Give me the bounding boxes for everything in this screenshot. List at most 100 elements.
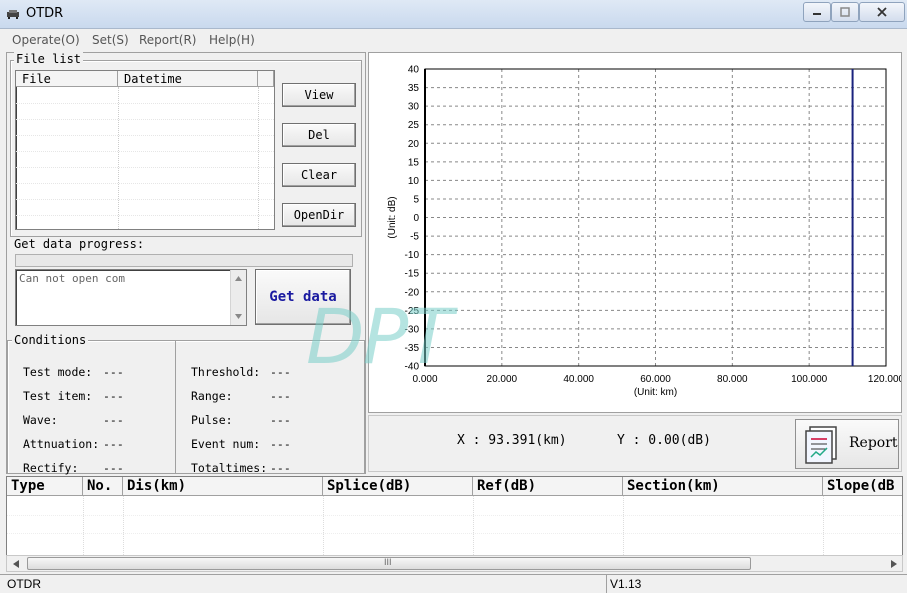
- column-divider: [118, 87, 119, 229]
- y-tick-label: 30: [408, 102, 420, 113]
- column-header-type[interactable]: Type: [7, 477, 83, 495]
- report-icon: [805, 426, 837, 464]
- column-header-no[interactable]: No.: [83, 477, 123, 495]
- events-table[interactable]: Type No. Dis(km) Splice(dB) Ref(dB) Sect…: [6, 476, 903, 556]
- clear-button[interactable]: Clear: [282, 163, 356, 187]
- menu-bar: Operate(O) Set(S) Report(R) Help(H): [0, 30, 907, 50]
- test-mode-value: ---: [103, 365, 124, 379]
- totaltimes-label: Totaltimes:: [191, 461, 268, 475]
- app-icon: [7, 10, 19, 19]
- column-divider: [473, 496, 474, 555]
- column-header-dis[interactable]: Dis(km): [123, 477, 323, 495]
- row-divider: [7, 533, 902, 534]
- del-button[interactable]: Del: [282, 123, 356, 147]
- y-tick-label: 5: [413, 194, 419, 205]
- menu-set[interactable]: Set(S): [92, 33, 129, 47]
- test-mode-label: Test mode:: [23, 365, 93, 379]
- report-label: Report: [849, 435, 898, 451]
- y-tick-label: 0: [413, 213, 419, 224]
- column-header-ref[interactable]: Ref(dB): [473, 477, 623, 495]
- scroll-right-icon[interactable]: [891, 560, 897, 568]
- test-item-label: Test item:: [23, 389, 93, 403]
- window-title: OTDR: [26, 6, 64, 21]
- row-divider: [16, 167, 274, 168]
- menu-report[interactable]: Report(R): [139, 33, 196, 47]
- y-axis-label: (Unit: dB): [387, 196, 398, 238]
- range-value: ---: [270, 389, 291, 403]
- row-divider: [16, 151, 274, 152]
- version-text: V1.13: [610, 577, 642, 591]
- conditions-title: Conditions: [12, 333, 89, 347]
- x-tick-label: 100.000: [791, 374, 828, 385]
- close-icon: [877, 7, 887, 17]
- row-divider: [16, 215, 274, 216]
- x-tick-label: 120.000: [868, 374, 901, 385]
- minimize-icon: [813, 13, 821, 15]
- status-log[interactable]: Can not open com: [15, 269, 247, 326]
- attnuation-value: ---: [103, 437, 124, 451]
- scroll-down-icon[interactable]: [235, 314, 242, 319]
- column-header-filler: [258, 71, 274, 87]
- otdr-window: OTDR Operate(O) Set(S) Report(R) Help(H)…: [0, 0, 907, 593]
- status-bar: OTDR V1.13: [0, 574, 907, 593]
- menu-operate[interactable]: Operate(O): [12, 33, 80, 47]
- report-button[interactable]: Report: [795, 419, 899, 469]
- totaltimes-value: ---: [270, 461, 291, 475]
- y-tick-label: -10: [405, 250, 420, 261]
- minimize-button[interactable]: [803, 2, 831, 22]
- dpt-watermark: DPT: [306, 292, 453, 381]
- maximize-button[interactable]: [831, 2, 859, 22]
- rectify-value: ---: [103, 461, 124, 475]
- title-bar: OTDR: [0, 0, 907, 29]
- table-header-divider: [7, 495, 902, 496]
- column-header-splice[interactable]: Splice(dB): [323, 477, 473, 495]
- horizontal-scrollbar[interactable]: III: [6, 555, 903, 572]
- wave-value: ---: [103, 413, 124, 427]
- x-tick-label: 40.000: [563, 374, 594, 385]
- x-tick-label: 20.000: [487, 374, 518, 385]
- menu-help[interactable]: Help(H): [209, 33, 255, 47]
- log-text: Can not open com: [19, 272, 125, 285]
- progress-label: Get data progress:: [14, 237, 145, 251]
- event-num-label: Event num:: [191, 437, 261, 451]
- test-item-value: ---: [103, 389, 124, 403]
- log-scrollbar[interactable]: [230, 270, 246, 325]
- pulse-label: Pulse:: [191, 413, 233, 427]
- scroll-left-icon[interactable]: [13, 560, 19, 568]
- column-divider: [123, 496, 124, 555]
- x-tick-label: 80.000: [717, 374, 748, 385]
- view-button[interactable]: View: [282, 83, 356, 107]
- wave-label: Wave:: [23, 413, 58, 427]
- column-header-section[interactable]: Section(km): [623, 477, 823, 495]
- column-divider: [258, 87, 259, 229]
- row-divider: [16, 183, 274, 184]
- status-text: OTDR: [7, 577, 41, 591]
- y-tick-label: -15: [405, 269, 420, 280]
- column-header-file[interactable]: File: [16, 71, 118, 87]
- row-divider: [16, 135, 274, 136]
- column-header-slope[interactable]: Slope(dB: [823, 477, 902, 495]
- threshold-value: ---: [270, 365, 291, 379]
- scroll-thumb[interactable]: III: [27, 557, 751, 570]
- range-label: Range:: [191, 389, 233, 403]
- maximize-icon: [840, 7, 850, 17]
- column-divider: [83, 496, 84, 555]
- attnuation-label: Attnuation:: [23, 437, 100, 451]
- scroll-up-icon[interactable]: [235, 276, 242, 281]
- file-list[interactable]: File Datetime: [15, 70, 275, 230]
- readout-panel: X : 93.391(km) Y : 0.00(dB) Report: [368, 415, 902, 472]
- column-divider: [623, 496, 624, 555]
- column-header-datetime[interactable]: Datetime: [118, 71, 258, 87]
- file-list-title: File list: [14, 52, 84, 66]
- threshold-label: Threshold:: [191, 365, 261, 379]
- row-divider: [7, 515, 902, 516]
- y-tick-label: 40: [408, 65, 420, 76]
- x-axis-label: (Unit: km): [634, 387, 677, 398]
- pulse-value: ---: [270, 413, 291, 427]
- status-divider: [606, 575, 607, 593]
- x-tick-label: 60.000: [640, 374, 671, 385]
- progress-bar: [15, 254, 353, 267]
- close-button[interactable]: [859, 2, 905, 22]
- row-divider: [16, 199, 274, 200]
- opendir-button[interactable]: OpenDir: [282, 203, 356, 227]
